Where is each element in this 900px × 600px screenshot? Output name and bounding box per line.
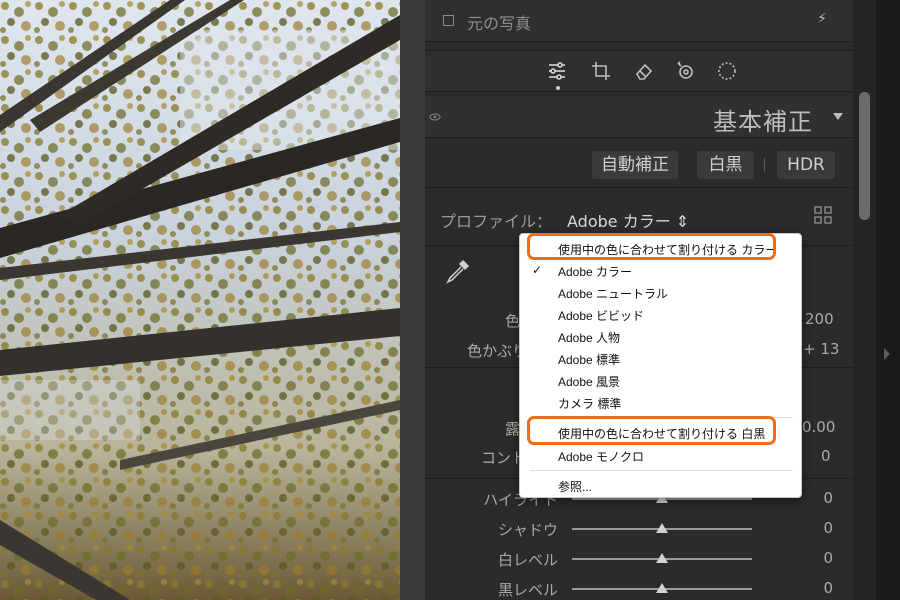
slider-thumb[interactable] bbox=[656, 583, 668, 593]
redeye-icon[interactable] bbox=[675, 60, 697, 82]
eye-icon[interactable] bbox=[429, 111, 441, 123]
slider-thumb[interactable] bbox=[656, 553, 668, 563]
tool-strip bbox=[425, 50, 853, 92]
slider-label: シャドウ bbox=[497, 521, 558, 539]
hdr-button[interactable]: HDR bbox=[777, 151, 835, 179]
tree-canopy-photo bbox=[0, 0, 400, 600]
bw-button[interactable]: 白黒 bbox=[697, 151, 754, 179]
menu-divider bbox=[530, 470, 793, 471]
contrast-value[interactable]: 0 bbox=[821, 447, 831, 465]
menu-item-adobe-landscape[interactable]: Adobe 風景 bbox=[558, 373, 620, 390]
lightning-icon[interactable]: ⚡ bbox=[817, 11, 827, 27]
profile-label: プロファイル： bbox=[440, 212, 553, 231]
tint-label: 色かぶり bbox=[467, 342, 528, 360]
photo-panel-gutter bbox=[400, 0, 425, 600]
button-separator bbox=[764, 158, 765, 172]
original-photo-checkbox[interactable] bbox=[443, 15, 454, 26]
slider-label: 黒レベル bbox=[497, 581, 558, 599]
slider-value[interactable]: 0 bbox=[823, 489, 833, 507]
treatment-button-row: 自動補正 白黒 HDR bbox=[425, 142, 853, 188]
photo-preview bbox=[0, 0, 400, 600]
menu-item-adobe-neutral[interactable]: Adobe ニュートラル bbox=[558, 285, 668, 302]
menu-item-adobe-portrait[interactable]: Adobe 人物 bbox=[558, 329, 620, 346]
profile-menu: 使用中の色に合わせて割り付ける カラー ✓ Adobe カラー Adobe ニュ… bbox=[519, 233, 802, 498]
highlight-outline bbox=[527, 416, 776, 445]
eraser-icon[interactable] bbox=[633, 60, 655, 82]
menu-item-camera-standard[interactable]: カメラ 標準 bbox=[558, 395, 621, 412]
profile-browser-grid-icon[interactable] bbox=[814, 206, 832, 224]
tint-value[interactable]: + 13 bbox=[803, 340, 839, 358]
menu-item-adobe-vivid[interactable]: Adobe ビビッド bbox=[558, 307, 644, 324]
temp-value[interactable]: 200 bbox=[805, 310, 834, 328]
original-photo-row: 元の写真 ⚡ bbox=[425, 0, 853, 42]
expand-panel-arrow-icon[interactable] bbox=[884, 348, 890, 360]
menu-item-adobe-standard[interactable]: Adobe 標準 bbox=[558, 351, 620, 368]
crop-icon[interactable] bbox=[590, 60, 612, 82]
exposure-label: 露 bbox=[505, 420, 521, 438]
scrollbar-thumb[interactable] bbox=[859, 92, 870, 220]
check-icon: ✓ bbox=[532, 263, 543, 277]
profile-dropdown[interactable]: Adobe カラー ⇕ bbox=[567, 208, 689, 232]
slider-thumb[interactable] bbox=[656, 523, 668, 533]
menu-item-browse[interactable]: 参照... bbox=[558, 478, 592, 495]
menu-item-adobe-monochrome[interactable]: Adobe モノクロ bbox=[558, 448, 644, 465]
right-panel-edge bbox=[876, 0, 900, 600]
slider-value[interactable]: 0 bbox=[823, 549, 833, 567]
menu-item-adobe-color[interactable]: Adobe カラー bbox=[558, 263, 632, 280]
original-photo-label: 元の写真 bbox=[467, 14, 532, 33]
temp-label: 色 bbox=[505, 312, 521, 330]
eyedropper-icon[interactable] bbox=[441, 256, 473, 288]
sliders-icon[interactable] bbox=[546, 60, 568, 82]
basic-section-header[interactable]: 基本補正 bbox=[425, 96, 853, 138]
auto-button[interactable]: 自動補正 bbox=[592, 151, 678, 179]
section-title: 基本補正 bbox=[713, 108, 813, 136]
exposure-value[interactable]: 0.00 bbox=[802, 418, 835, 436]
panel-scrollbar[interactable] bbox=[853, 0, 876, 600]
collapse-triangle-icon[interactable] bbox=[833, 113, 843, 120]
masking-icon[interactable] bbox=[716, 60, 738, 82]
active-tool-indicator bbox=[556, 86, 560, 90]
slider-value[interactable]: 0 bbox=[823, 579, 833, 597]
slider-value[interactable]: 0 bbox=[823, 519, 833, 537]
highlight-outline bbox=[527, 233, 776, 260]
slider-label: 白レベル bbox=[497, 551, 558, 569]
